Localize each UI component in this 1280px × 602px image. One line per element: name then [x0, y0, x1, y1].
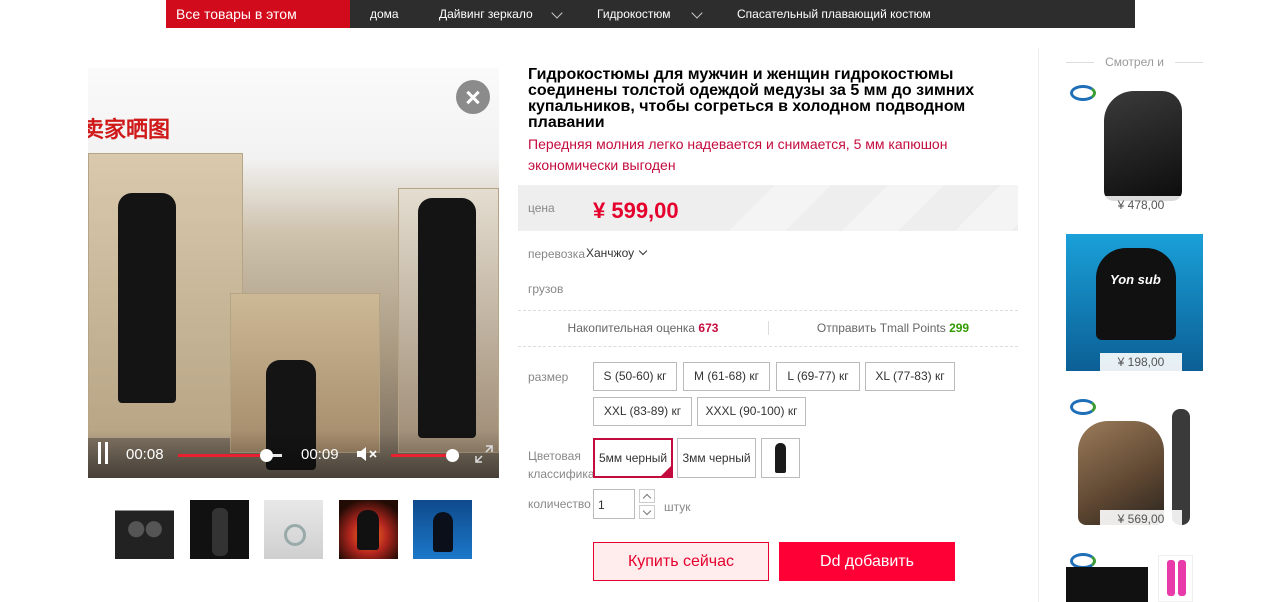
price-label: цена: [528, 201, 555, 215]
video-caption-text: 卖家晒图: [88, 117, 171, 143]
tmall-points-label: Отправить Tmall Points: [816, 321, 946, 335]
tmall-points-cell: Отправить Tmall Points 299: [768, 321, 1018, 335]
size-option[interactable]: XXL (83-89) кг: [593, 397, 692, 426]
color-label: Цветовая классифика: [528, 449, 595, 481]
nav-item-wetsuit[interactable]: Гидрокостюм: [597, 0, 671, 28]
video-progress-fill: [178, 454, 267, 457]
product-video-player[interactable]: 卖家晒图 00:08 00:09: [88, 68, 499, 478]
nav-item-floating-suit[interactable]: Спасательный плавающий костюм: [737, 0, 931, 28]
recommended-price: ¥ 198,00: [1100, 353, 1182, 371]
quantity-label: количество: [528, 497, 591, 511]
brand-logo-icon: [1070, 399, 1096, 415]
quantity-increase-button[interactable]: [639, 489, 655, 503]
video-controls: 00:08 00:09: [88, 430, 499, 478]
chevron-down-icon[interactable]: [691, 7, 703, 19]
buy-now-button[interactable]: Купить сейчас: [593, 542, 769, 581]
recommended-product[interactable]: Yon sub ¥ 198,00: [1066, 234, 1203, 371]
recommended-product[interactable]: ¥ 569,00: [1066, 391, 1203, 528]
rating-cell: Накопительная оценка 673: [518, 321, 768, 335]
color-option-image[interactable]: [761, 438, 800, 478]
product-thumbnail[interactable]: [339, 500, 398, 559]
size-label: размер: [528, 370, 569, 384]
brand-logo-icon: [1070, 85, 1096, 101]
quantity-decrease-button[interactable]: [639, 505, 655, 519]
category-nav-bar: Все товары в этом дома Дайвинг зеркало Г…: [166, 0, 1135, 28]
product-title: Гидрокостюмы для мужчин и женщин гидроко…: [528, 66, 975, 131]
product-thumbnail[interactable]: [115, 500, 174, 559]
mute-icon[interactable]: [356, 446, 378, 462]
wetsuit-icon: [775, 443, 786, 473]
top-navigation: Все товары в этом дома Дайвинг зеркало Г…: [0, 0, 1280, 28]
volume-handle[interactable]: [446, 449, 460, 462]
pause-icon[interactable]: [98, 442, 110, 464]
size-option[interactable]: XL (77-83) кг: [865, 362, 955, 391]
size-option[interactable]: XXXL (90-100) кг: [697, 397, 806, 426]
size-option[interactable]: S (50-60) кг: [593, 362, 677, 391]
nav-item-diving-mask[interactable]: Дайвинг зеркало: [439, 0, 533, 28]
recommended-price: ¥ 569,00: [1100, 510, 1182, 528]
volume-fill: [391, 454, 453, 457]
wetsuit-image: [1096, 248, 1176, 340]
cargo-label: грузов: [528, 282, 564, 296]
price-value: ¥ 599,00: [593, 198, 679, 223]
size-option[interactable]: M (61-68) кг: [683, 362, 770, 391]
fullscreen-icon[interactable]: [474, 444, 494, 464]
wetsuit-image: [1104, 91, 1182, 201]
shipping-origin-select[interactable]: Ханчжоу: [586, 246, 634, 260]
all-products-menu[interactable]: Все товары в этом: [166, 0, 350, 28]
product-thumbnail[interactable]: [413, 500, 472, 559]
video-progress-handle[interactable]: [260, 449, 274, 462]
size-option[interactable]: L (69-77) кг: [776, 362, 860, 391]
product-thumbnail[interactable]: [190, 500, 249, 559]
quantity-input[interactable]: 1: [593, 489, 635, 519]
brand-text: Yon sub: [1110, 272, 1161, 287]
divider: [518, 346, 1018, 347]
tmall-points-value: 299: [949, 321, 970, 335]
recommended-price: ¥ 478,00: [1100, 196, 1182, 214]
recommended-product[interactable]: [1066, 547, 1203, 602]
video-duration: 00:09: [301, 446, 339, 463]
rating-label: Накопительная оценка: [567, 321, 696, 335]
nav-item-home[interactable]: дома: [370, 0, 399, 28]
close-video-button[interactable]: [456, 80, 490, 114]
color-option-selected[interactable]: 5мм черный: [593, 438, 673, 478]
product-subtitle: Передняя молния легко надевается и снима…: [528, 136, 948, 173]
color-option[interactable]: 3мм черный: [677, 438, 756, 478]
viewed-also-heading: Смотрел и: [1066, 55, 1203, 69]
recommended-product[interactable]: ¥ 478,00: [1066, 77, 1203, 214]
price-box: цена ¥ 599,00: [518, 185, 1018, 231]
video-current-time: 00:08: [126, 446, 164, 463]
product-thumbnail[interactable]: [264, 500, 323, 559]
diver-figure: [418, 198, 476, 438]
chevron-down-icon[interactable]: [638, 246, 648, 256]
add-to-cart-button[interactable]: Dd добавить: [779, 542, 955, 581]
chevron-down-icon[interactable]: [551, 7, 563, 19]
product-image: [1066, 567, 1148, 602]
rating-value[interactable]: 673: [698, 321, 718, 335]
diver-figure: [118, 193, 176, 403]
points-row: Накопительная оценка 673 Отправить Tmall…: [518, 311, 1018, 345]
quantity-unit: штук: [664, 500, 691, 514]
product-image: [1158, 555, 1193, 602]
wetsuit-image: [1172, 409, 1190, 525]
sidebar-divider: [1038, 48, 1039, 602]
shipping-label: перевозка: [528, 247, 585, 261]
